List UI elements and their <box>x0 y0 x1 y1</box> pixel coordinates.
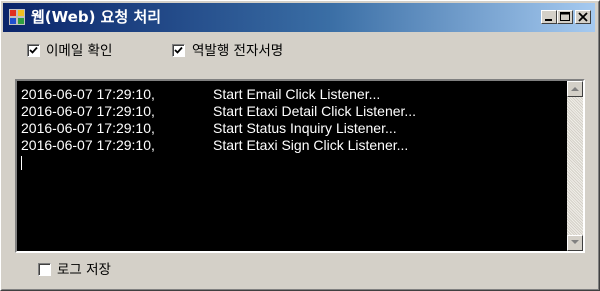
email-confirm-label[interactable]: 이메일 확인 <box>46 42 112 60</box>
maximize-icon <box>560 12 570 21</box>
arrow-down-icon <box>571 240 579 244</box>
reverse-issue-checkbox[interactable] <box>172 44 185 57</box>
email-confirm-checkbox[interactable] <box>27 44 40 57</box>
log-line: 2016-06-07 17:29:10, Start Email Click L… <box>21 86 561 103</box>
save-log-checkbox[interactable] <box>38 263 51 276</box>
options-row: 이메일 확인 역발행 전자서명 <box>1 42 600 64</box>
log-message: Start Status Inquiry Listener... <box>213 120 397 136</box>
scroll-down-button[interactable] <box>567 235 583 251</box>
close-icon <box>578 12 588 22</box>
checkmark-icon <box>29 46 38 54</box>
log-textarea[interactable]: 2016-06-07 17:29:10, Start Email Click L… <box>15 79 585 253</box>
log-content: 2016-06-07 17:29:10, Start Email Click L… <box>21 86 561 170</box>
log-message: Start Etaxi Sign Click Listener... <box>213 137 409 153</box>
reverse-issue-label[interactable]: 역발행 전자서명 <box>192 42 283 60</box>
minimize-button[interactable] <box>541 10 557 24</box>
log-line: 2016-06-07 17:29:10, Start Etaxi Detail … <box>21 103 561 120</box>
log-timestamp: 2016-06-07 17:29:10, <box>21 137 155 153</box>
minimize-icon <box>545 19 552 21</box>
checkmark-icon <box>174 46 183 54</box>
log-line: 2016-06-07 17:29:10, Start Etaxi Sign Cl… <box>21 137 561 154</box>
title-bar[interactable]: 웹(Web) 요청 처리 <box>3 3 595 32</box>
vertical-scrollbar[interactable] <box>567 81 583 251</box>
log-line: 2016-06-07 17:29:10, Start Status Inquir… <box>21 120 561 137</box>
log-timestamp: 2016-06-07 17:29:10, <box>21 120 155 136</box>
close-button[interactable] <box>575 10 591 24</box>
footer-row: 로그 저장 <box>1 261 600 283</box>
save-log-label[interactable]: 로그 저장 <box>57 261 111 279</box>
log-message: Start Etaxi Detail Click Listener... <box>213 103 417 119</box>
window-title: 웹(Web) 요청 처리 <box>31 8 162 26</box>
log-timestamp: 2016-06-07 17:29:10, <box>21 103 155 119</box>
app-window: 웹(Web) 요청 처리 이메일 확인 역발행 전자서명 2016-06-07 … <box>0 0 600 291</box>
app-grid-icon[interactable] <box>9 9 25 25</box>
maximize-button[interactable] <box>557 10 573 24</box>
scroll-up-button[interactable] <box>567 81 583 97</box>
arrow-up-icon <box>571 87 579 91</box>
log-message: Start Email Click Listener... <box>213 86 381 102</box>
log-timestamp: 2016-06-07 17:29:10, <box>21 86 155 102</box>
